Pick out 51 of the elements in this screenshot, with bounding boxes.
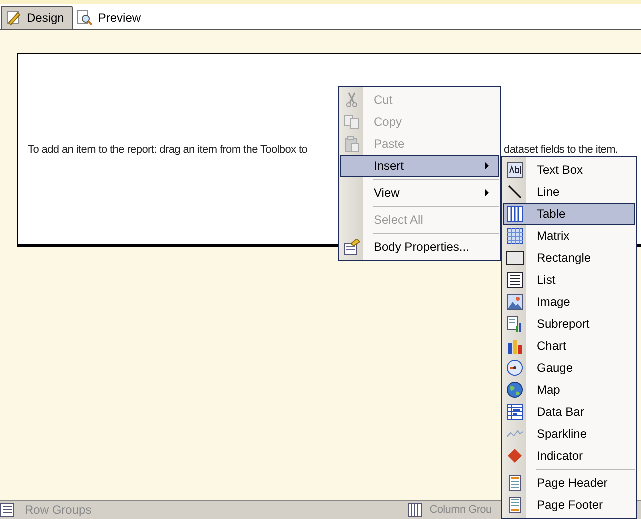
report-icon <box>507 316 523 332</box>
menu-item[interactable]: Chart <box>503 335 635 357</box>
menu-item[interactable]: Insert <box>340 155 499 177</box>
pane-label: Column Grou <box>430 504 492 516</box>
line-icon <box>508 185 522 199</box>
menu-item[interactable]: Image <box>503 291 635 313</box>
list-icon <box>507 272 523 288</box>
text-box-icon <box>507 162 523 178</box>
hint-text: dataset fields to the item. <box>504 144 618 156</box>
bar-chart-icon <box>507 338 523 354</box>
page-footer-icon <box>509 497 521 513</box>
data-bar-icon <box>507 404 523 420</box>
clipboard-icon <box>345 136 359 152</box>
hint-text: To add an item to the report: drag an item from the Toolbox to <box>28 144 308 156</box>
menu-item[interactable]: Table <box>503 203 635 225</box>
diamond-icon <box>508 449 522 463</box>
menu-item[interactable]: Indicator <box>503 445 635 467</box>
menu-item[interactable]: Text Box <box>503 159 635 181</box>
menu-item[interactable]: Map <box>503 379 635 401</box>
properties-icon <box>344 239 360 255</box>
menu-item[interactable]: Page Header <box>503 472 635 494</box>
magnifier-icon <box>77 10 94 26</box>
menu-item[interactable]: Matrix <box>503 225 635 247</box>
rectangle-icon <box>506 251 524 265</box>
pane-label: Row Groups <box>25 503 92 517</box>
tab[interactable]: Design <box>1 6 74 29</box>
image-icon <box>507 294 523 310</box>
menu-item[interactable]: View <box>340 182 499 204</box>
tab[interactable]: Preview <box>73 7 150 29</box>
sparkline-icon <box>507 429 523 439</box>
menu-item[interactable]: Subreport <box>503 313 635 335</box>
submenu-arrow-icon <box>485 189 489 197</box>
table-icon <box>507 206 523 222</box>
menu-item[interactable]: Gauge <box>503 357 635 379</box>
globe-icon <box>507 382 523 398</box>
list-icon <box>0 503 14 517</box>
page-header-icon <box>509 475 521 491</box>
copy-icon <box>344 115 360 129</box>
grid-icon <box>507 228 523 244</box>
submenu-arrow-icon <box>485 162 489 170</box>
menu-item[interactable]: Body Properties... <box>340 236 499 258</box>
pencil-ruler-icon <box>6 10 22 26</box>
menu-item[interactable]: Sparkline <box>503 423 635 445</box>
menu-item[interactable]: Line <box>503 181 635 203</box>
menu-item[interactable]: List <box>503 269 635 291</box>
menu-item[interactable]: Page Footer <box>503 494 635 516</box>
menu-item[interactable]: Data Bar <box>503 401 635 423</box>
scissors-icon <box>345 92 359 108</box>
menu-item[interactable]: Rectangle <box>503 247 635 269</box>
gauge-icon <box>507 360 523 376</box>
columns-icon <box>408 503 422 517</box>
